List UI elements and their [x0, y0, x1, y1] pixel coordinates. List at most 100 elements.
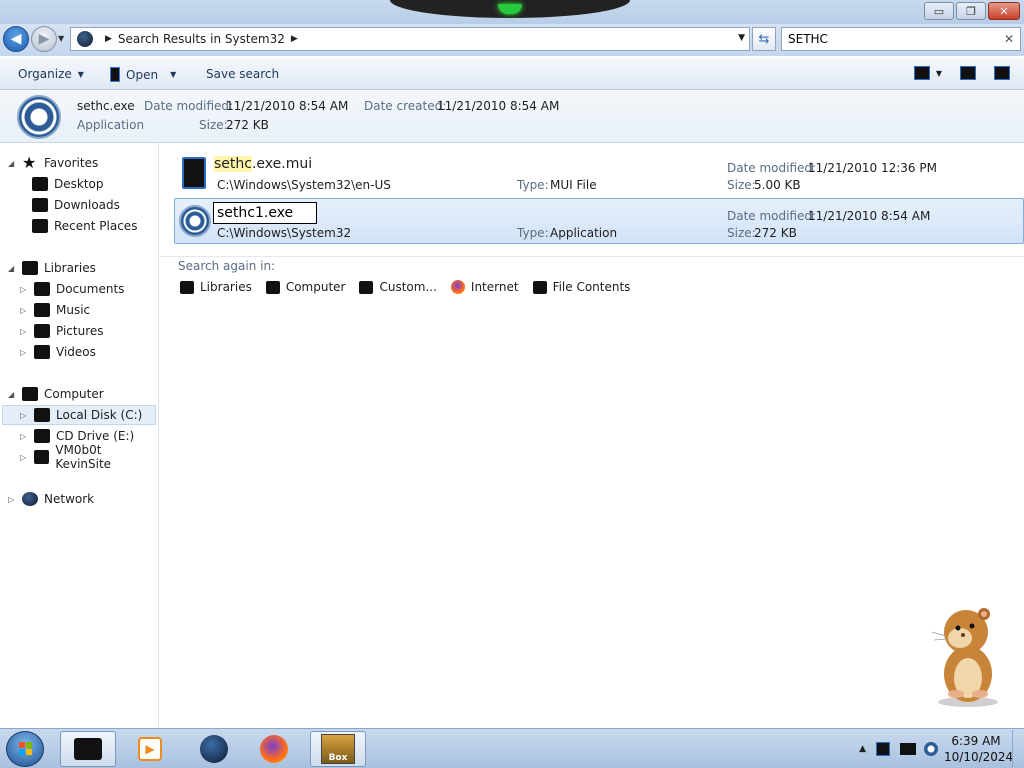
expand-icon[interactable]: ◢: [8, 264, 16, 273]
taskbar-box-game-button[interactable]: Box: [310, 731, 366, 767]
organize-button[interactable]: Organize ▼: [18, 67, 84, 81]
chevron-down-icon[interactable]: ▼: [170, 70, 176, 79]
address-dropdown-icon[interactable]: ▼: [738, 33, 745, 43]
expand-icon[interactable]: ▷: [20, 432, 28, 441]
sidebar-item-documents[interactable]: ▷ Documents: [20, 279, 124, 299]
search-again-computer[interactable]: Computer: [265, 280, 346, 294]
search-again-file-contents[interactable]: File Contents: [532, 280, 631, 294]
search-again-custom[interactable]: Custom...: [359, 280, 437, 294]
expand-icon[interactable]: ▷: [20, 411, 28, 420]
expand-icon[interactable]: ▷: [20, 348, 28, 357]
chevron-down-icon[interactable]: ▼: [936, 69, 942, 78]
preview-pane-icon[interactable]: [960, 66, 976, 80]
navigation-pane: ◢ ★ Favorites Desktop Downloads Recent P…: [0, 143, 159, 728]
rename-input[interactable]: [213, 202, 317, 224]
expand-icon[interactable]: ◢: [8, 159, 16, 168]
sidebar-item-label: Local Disk (C:): [56, 408, 143, 422]
sidebar-item-desktop[interactable]: Desktop: [32, 174, 104, 194]
search-box[interactable]: ✕: [781, 27, 1021, 51]
chevron-right-icon[interactable]: ▶: [105, 34, 112, 44]
sidebar-item-local-disk[interactable]: ▷ Local Disk (C:): [2, 405, 156, 425]
clock[interactable]: 6:39 AM 10/10/2024: [944, 733, 1013, 765]
help-icon[interactable]: [994, 66, 1010, 80]
clear-search-icon[interactable]: ✕: [1004, 32, 1014, 46]
start-button[interactable]: [6, 731, 44, 767]
mui-file-icon: [182, 157, 206, 189]
expand-icon[interactable]: ▷: [8, 495, 16, 504]
sidebar-item-downloads[interactable]: Downloads: [32, 195, 120, 215]
volume-icon[interactable]: [924, 742, 938, 756]
expand-icon[interactable]: ▷: [20, 327, 28, 336]
search-input[interactable]: [788, 32, 998, 46]
taskbar-explorer-button[interactable]: [60, 731, 116, 767]
sidebar-item-pictures[interactable]: ▷ Pictures: [20, 321, 104, 341]
hard-drive-icon: [34, 408, 50, 422]
details-modified-value: 11/21/2010 8:54 AM: [226, 99, 349, 113]
firefox-icon: [260, 735, 288, 763]
sidebar-item-recent-places[interactable]: Recent Places: [32, 216, 137, 236]
network-tray-icon[interactable]: [900, 743, 916, 755]
file-modified-label: Date modified:: [727, 161, 817, 175]
desktop-icon: [32, 177, 48, 191]
expand-icon[interactable]: ▷: [20, 453, 28, 462]
minimize-button[interactable]: ▭: [924, 2, 954, 20]
taskbar: ▶ Box ▲ 6:39 AM 10/10/2024: [0, 728, 1024, 768]
search-again-libraries[interactable]: Libraries: [180, 280, 252, 294]
star-icon: ★: [22, 153, 37, 172]
file-modified-value: 11/21/2010 8:54 AM: [808, 209, 931, 223]
back-button[interactable]: ◀: [3, 26, 29, 52]
search-again-label: Search again in:: [178, 259, 276, 273]
file-size-value: 272 KB: [754, 226, 797, 240]
file-size-label: Size:: [727, 226, 756, 240]
taskbar-firefox-button[interactable]: [246, 731, 302, 767]
media-player-icon: ▶: [138, 737, 162, 761]
sidebar-item-computer[interactable]: ◢ Computer: [8, 384, 104, 404]
sidebar-item-label: Computer: [44, 387, 104, 401]
computer-icon: [265, 280, 280, 294]
show-desktop-button[interactable]: [1012, 730, 1024, 768]
forward-button[interactable]: ▶: [31, 26, 57, 52]
chevron-right-icon[interactable]: ▶: [291, 34, 298, 44]
search-again-item-label: Libraries: [200, 280, 252, 294]
action-center-icon[interactable]: [876, 742, 890, 756]
file-type-value: Application: [550, 226, 618, 240]
search-again-item-label: Computer: [285, 280, 346, 294]
save-search-button[interactable]: Save search: [206, 67, 279, 81]
search-again-internet[interactable]: Internet: [450, 280, 519, 294]
maximize-button[interactable]: ❐: [956, 2, 986, 20]
taskbar-ie-button[interactable]: [186, 731, 242, 767]
explorer-icon: [74, 738, 102, 760]
globe-icon: [200, 735, 228, 763]
open-label: Open: [126, 67, 159, 82]
open-button[interactable]: Open ▼: [110, 67, 176, 82]
sidebar-item-label: Recent Places: [54, 219, 138, 233]
list-item-selected[interactable]: C:\Windows\System32 Type: Application Da…: [174, 198, 1024, 244]
details-modified-label: Date modified:: [144, 99, 234, 113]
file-icon: [110, 67, 120, 82]
sidebar-item-videos[interactable]: ▷ Videos: [20, 342, 96, 362]
sidebar-item-favorites[interactable]: ◢ ★ Favorites: [8, 153, 98, 173]
sidebar-item-network[interactable]: ▷ Network: [8, 489, 94, 509]
expand-icon[interactable]: ▷: [20, 306, 28, 315]
sidebar-item-libraries[interactable]: ◢ Libraries: [8, 258, 96, 278]
hamster-mascot-image: [931, 608, 998, 707]
show-hidden-icons-icon[interactable]: ▲: [859, 744, 866, 754]
change-view-icon[interactable]: [913, 66, 930, 80]
expand-icon[interactable]: ▷: [20, 285, 28, 294]
expand-icon[interactable]: ◢: [8, 390, 16, 399]
chevron-down-icon: ▼: [77, 69, 84, 79]
address-bar[interactable]: ▶ Search Results in System32 ▶ ▼: [70, 27, 750, 51]
computer-icon: [22, 387, 38, 401]
sidebar-item-network-share[interactable]: ▷ VM0b0t KevinSite: [20, 443, 158, 471]
sidebar-item-label: Videos: [56, 345, 96, 359]
taskbar-media-player-button[interactable]: ▶: [122, 731, 178, 767]
recent-places-icon: [32, 219, 48, 233]
refresh-button[interactable]: ⇆: [752, 27, 776, 51]
search-highlight: sethc: [214, 156, 252, 172]
list-item[interactable]: sethc.exe.mui C:\Windows\System32\en-US …: [174, 151, 1024, 197]
breadcrumb[interactable]: Search Results in System32: [118, 32, 285, 46]
recent-pages-dropdown[interactable]: ▼: [58, 34, 64, 43]
close-button[interactable]: ✕: [988, 2, 1020, 20]
sidebar-item-music[interactable]: ▷ Music: [20, 300, 90, 320]
search-again-item-label: File Contents: [552, 280, 631, 294]
